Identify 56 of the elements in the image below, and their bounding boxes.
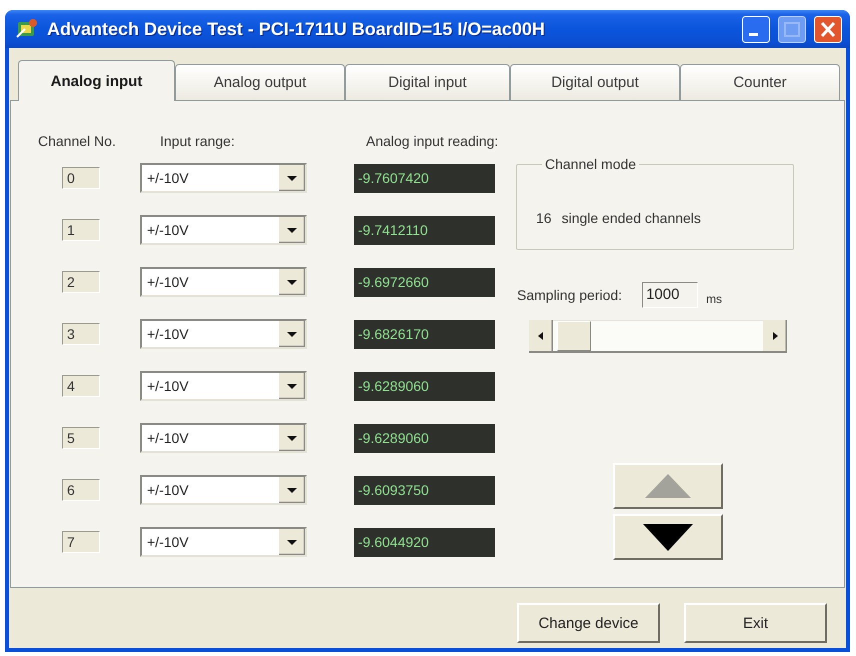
reading-display: -9.7412110 [354,216,495,244]
channel-number-field: 4 [62,375,100,397]
channel-number-field: 7 [62,531,100,553]
reading-display: -9.6972660 [354,268,495,296]
window-title: Advantech Device Test - PCI-1711U BoardID=15 I/O=ac00H [47,18,546,40]
caret-icon[interactable] [279,217,305,243]
exit-button[interactable]: Exit [684,603,827,643]
tab[interactable]: Analog output [175,64,345,100]
caret-icon[interactable] [279,373,305,399]
tab[interactable]: Analog input [18,60,175,101]
caret-icon[interactable] [279,269,305,295]
group-title: Channel mode [544,156,638,172]
range-dropdown[interactable]: +/-10V [140,319,307,349]
caret-icon[interactable] [279,165,305,191]
range-dropdown[interactable]: +/-10V [140,423,307,453]
slider-thumb[interactable] [556,321,591,351]
range-column-label: Input range: [159,133,235,149]
triangle-down-icon [641,522,695,552]
range-dropdown[interactable]: +/-10V [140,267,307,297]
reading-display: -9.6289060 [354,372,495,400]
tab[interactable]: Counter [680,64,840,100]
range-dropdown[interactable]: +/-10V [140,163,307,193]
sampling-period-label: Sampling period: [517,287,622,303]
unit-label: ms [706,292,722,306]
reading-display: -9.6826170 [354,320,495,348]
reading-display: -9.6044920 [354,528,495,556]
reading-display: -9.6093750 [354,476,495,504]
caret-icon[interactable] [279,321,305,347]
left-arrow-icon[interactable] [529,320,553,353]
channel-number-field: 3 [62,323,100,345]
reading-display: -9.7607420 [354,164,495,192]
range-dropdown[interactable]: +/-10V [140,527,307,557]
caret-icon[interactable] [279,477,305,503]
channel-number-field: 5 [62,427,100,449]
reading-column-label: Analog input reading: [365,133,498,149]
channel-number-field: 6 [62,479,100,501]
sampling-period-field[interactable]: 1000 [642,282,698,308]
channel-number-field: 0 [62,167,100,189]
range-dropdown[interactable]: +/-10V [140,215,307,245]
tab[interactable]: Digital input [345,64,510,100]
channel-number-field: 2 [62,271,100,293]
range-dropdown[interactable]: +/-10V [140,371,307,401]
channel-mode-text: single ended channels [562,210,701,226]
change-device-button[interactable]: Change device [517,603,660,643]
reading-display: -9.6289060 [354,424,495,452]
channel-number-field: 1 [62,219,100,241]
range-dropdown[interactable]: +/-10V [140,475,307,505]
channel-column-label: Channel No. [38,133,116,149]
close-icon[interactable] [814,16,842,42]
channel-count: 16 [536,210,552,226]
tab[interactable]: Digital output [510,64,680,100]
down-button[interactable] [613,514,723,560]
right-arrow-icon[interactable] [763,320,787,353]
caret-icon[interactable] [279,425,305,451]
caret-icon[interactable] [279,529,305,555]
minimize-icon[interactable] [742,16,770,42]
